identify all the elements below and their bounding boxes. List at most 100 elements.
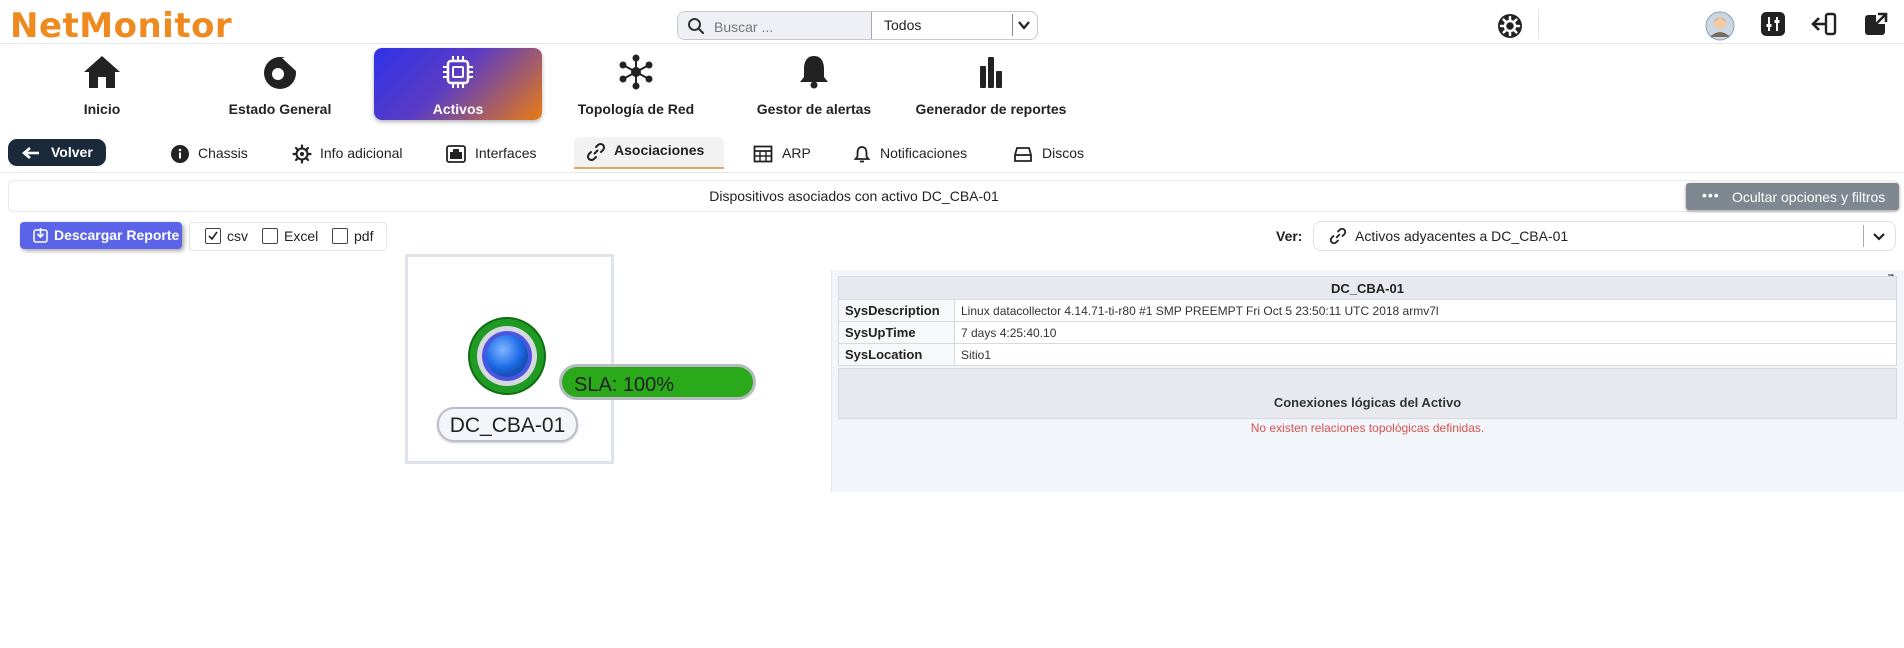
search-input[interactable] <box>712 16 866 37</box>
info-value: Linux datacollector 4.14.71-ti-r80 #1 SM… <box>954 299 1897 322</box>
view-label: Ver: <box>1276 228 1303 244</box>
select-divider <box>1863 225 1864 247</box>
download-report-button[interactable]: Descargar Reporte <box>20 222 182 249</box>
subnav-divider <box>0 172 1904 173</box>
sliders-icon[interactable] <box>1760 11 1786 37</box>
tab-notificaciones[interactable]: Notificaciones <box>852 139 982 169</box>
back-button-label: Volver <box>51 144 93 160</box>
bell-outline-icon <box>853 146 871 163</box>
download-report-label: Descargar Reporte <box>54 227 180 243</box>
info-key: SysLocation <box>838 343 955 366</box>
tab-arp-label: ARP <box>782 145 811 161</box>
nav-generador-reportes-label: Generador de reportes <box>915 101 1067 117</box>
sla-badge: SLA: 100% <box>559 364 756 400</box>
arrow-left-icon <box>22 147 39 159</box>
filter-select[interactable]: Todos <box>872 12 1036 39</box>
back-button[interactable]: Volver <box>8 139 106 166</box>
nav-gestor-alertas[interactable]: Gestor de alertas <box>730 48 898 120</box>
format-excel-checkbox[interactable]: Excel <box>262 228 322 245</box>
format-excel-label: Excel <box>284 228 319 244</box>
nav-activos-label: Activos <box>432 101 484 117</box>
chip-icon <box>443 56 473 88</box>
checkbox-checked[interactable] <box>205 228 221 244</box>
hard-drive-icon <box>1014 147 1032 162</box>
view-select[interactable]: Activos adyacentes a DC_CBA-01 <box>1313 221 1896 251</box>
network-topology-icon <box>619 54 653 90</box>
logout-icon[interactable] <box>1810 11 1838 37</box>
info-value: 7 days 4:25:40.10 <box>954 321 1897 344</box>
empty-state-message: No existen relaciones topológicas defini… <box>1250 421 1485 435</box>
link-icon <box>586 142 606 162</box>
format-csv-checkbox[interactable]: csv <box>205 228 255 245</box>
format-options: csv Excel pdf <box>189 222 387 251</box>
format-csv-label: csv <box>227 228 248 244</box>
nav-estado-general-label: Estado General <box>228 101 332 117</box>
info-circle-icon <box>171 145 189 163</box>
more-dots-icon: ••• <box>1702 187 1720 203</box>
nav-topologia-label: Topología de Red <box>577 101 695 117</box>
external-window-icon[interactable] <box>1863 11 1889 37</box>
nav-activos[interactable]: Activos <box>374 48 542 120</box>
page-title: Dispositivos asociados con activo DC_CBA… <box>709 188 999 204</box>
home-icon <box>84 56 120 88</box>
tab-arp[interactable]: ARP <box>753 139 823 169</box>
avatar[interactable] <box>1705 11 1735 41</box>
toggle-filters-label: Ocultar opciones y filtros <box>1732 189 1886 205</box>
nav-inicio[interactable]: Inicio <box>18 48 186 120</box>
search-icon <box>688 18 705 35</box>
gear-icon[interactable] <box>1496 12 1524 40</box>
bell-icon <box>800 56 828 89</box>
format-pdf-checkbox[interactable]: pdf <box>332 228 377 245</box>
app-logo[interactable]: NetMonitor <box>10 6 232 46</box>
sla-label: SLA: 100% <box>574 374 675 396</box>
checkbox-unchecked[interactable] <box>262 228 278 244</box>
nav-topologia[interactable]: Topología de Red <box>552 48 720 120</box>
connections-header: Conexiones lógicas del Activo <box>838 368 1897 419</box>
tab-interfaces[interactable]: Interfaces <box>446 139 546 169</box>
nav-estado-general[interactable]: Estado General <box>196 48 364 120</box>
filter-select-value: Todos <box>884 17 922 33</box>
chevron-down-icon[interactable] <box>1869 226 1889 246</box>
top-bar: NetMonitor Todos <box>0 0 1904 46</box>
header-divider <box>1538 9 1539 39</box>
table-row: SysDescription Linux datacollector 4.14.… <box>838 299 1897 322</box>
toggle-filters-button[interactable]: ••• Ocultar opciones y filtros <box>1686 183 1899 210</box>
gear-icon <box>292 144 312 164</box>
tab-notificaciones-label: Notificaciones <box>880 145 968 161</box>
checkbox-unchecked[interactable] <box>332 228 348 244</box>
info-key: SysUpTime <box>838 321 955 344</box>
table-row: SysUpTime 7 days 4:25:40.10 <box>838 321 1897 344</box>
tab-info-adicional-label: Info adicional <box>320 145 403 161</box>
device-info-title: DC_CBA-01 <box>838 276 1897 300</box>
device-node-icon[interactable] <box>467 316 547 396</box>
tab-discos[interactable]: Discos <box>1013 139 1103 169</box>
bar-chart-icon <box>980 57 1002 88</box>
connections-title: Conexiones lógicas del Activo <box>1273 395 1462 410</box>
nav-gestor-alertas-label: Gestor de alertas <box>756 101 872 117</box>
tab-discos-label: Discos <box>1042 145 1085 161</box>
dashboard-gauge-icon <box>264 57 296 89</box>
chevron-down-icon[interactable] <box>1012 14 1035 36</box>
info-value: Sitio1 <box>954 343 1897 366</box>
device-node-label: DC_CBA-01 <box>437 407 578 442</box>
info-key: SysDescription <box>838 299 955 322</box>
format-pdf-label: pdf <box>354 228 374 244</box>
tab-asociaciones[interactable]: Asociaciones <box>574 137 724 169</box>
table-row: SysLocation Sitio1 <box>838 343 1897 366</box>
tab-interfaces-label: Interfaces <box>475 145 537 161</box>
link-icon <box>1329 227 1347 245</box>
tab-chassis[interactable]: Chassis <box>170 139 260 169</box>
device-node-name: DC_CBA-01 <box>449 414 566 437</box>
ethernet-port-icon <box>446 145 466 163</box>
search-field <box>678 12 872 39</box>
table-grid-icon <box>753 145 773 163</box>
tab-chassis-label: Chassis <box>198 145 248 161</box>
tab-info-adicional[interactable]: Info adicional <box>292 139 410 169</box>
device-info-table: DC_CBA-01 SysDescription Linux datacolle… <box>838 276 1897 366</box>
download-icon <box>33 228 48 243</box>
view-select-value: Activos adyacentes a DC_CBA-01 <box>1355 228 1569 244</box>
search-box: Todos <box>677 11 1038 40</box>
nav-generador-reportes[interactable]: Generador de reportes <box>907 48 1075 120</box>
page-title-bar: Dispositivos asociados con activo DC_CBA… <box>8 180 1899 212</box>
nav-inicio-label: Inicio <box>83 101 121 117</box>
